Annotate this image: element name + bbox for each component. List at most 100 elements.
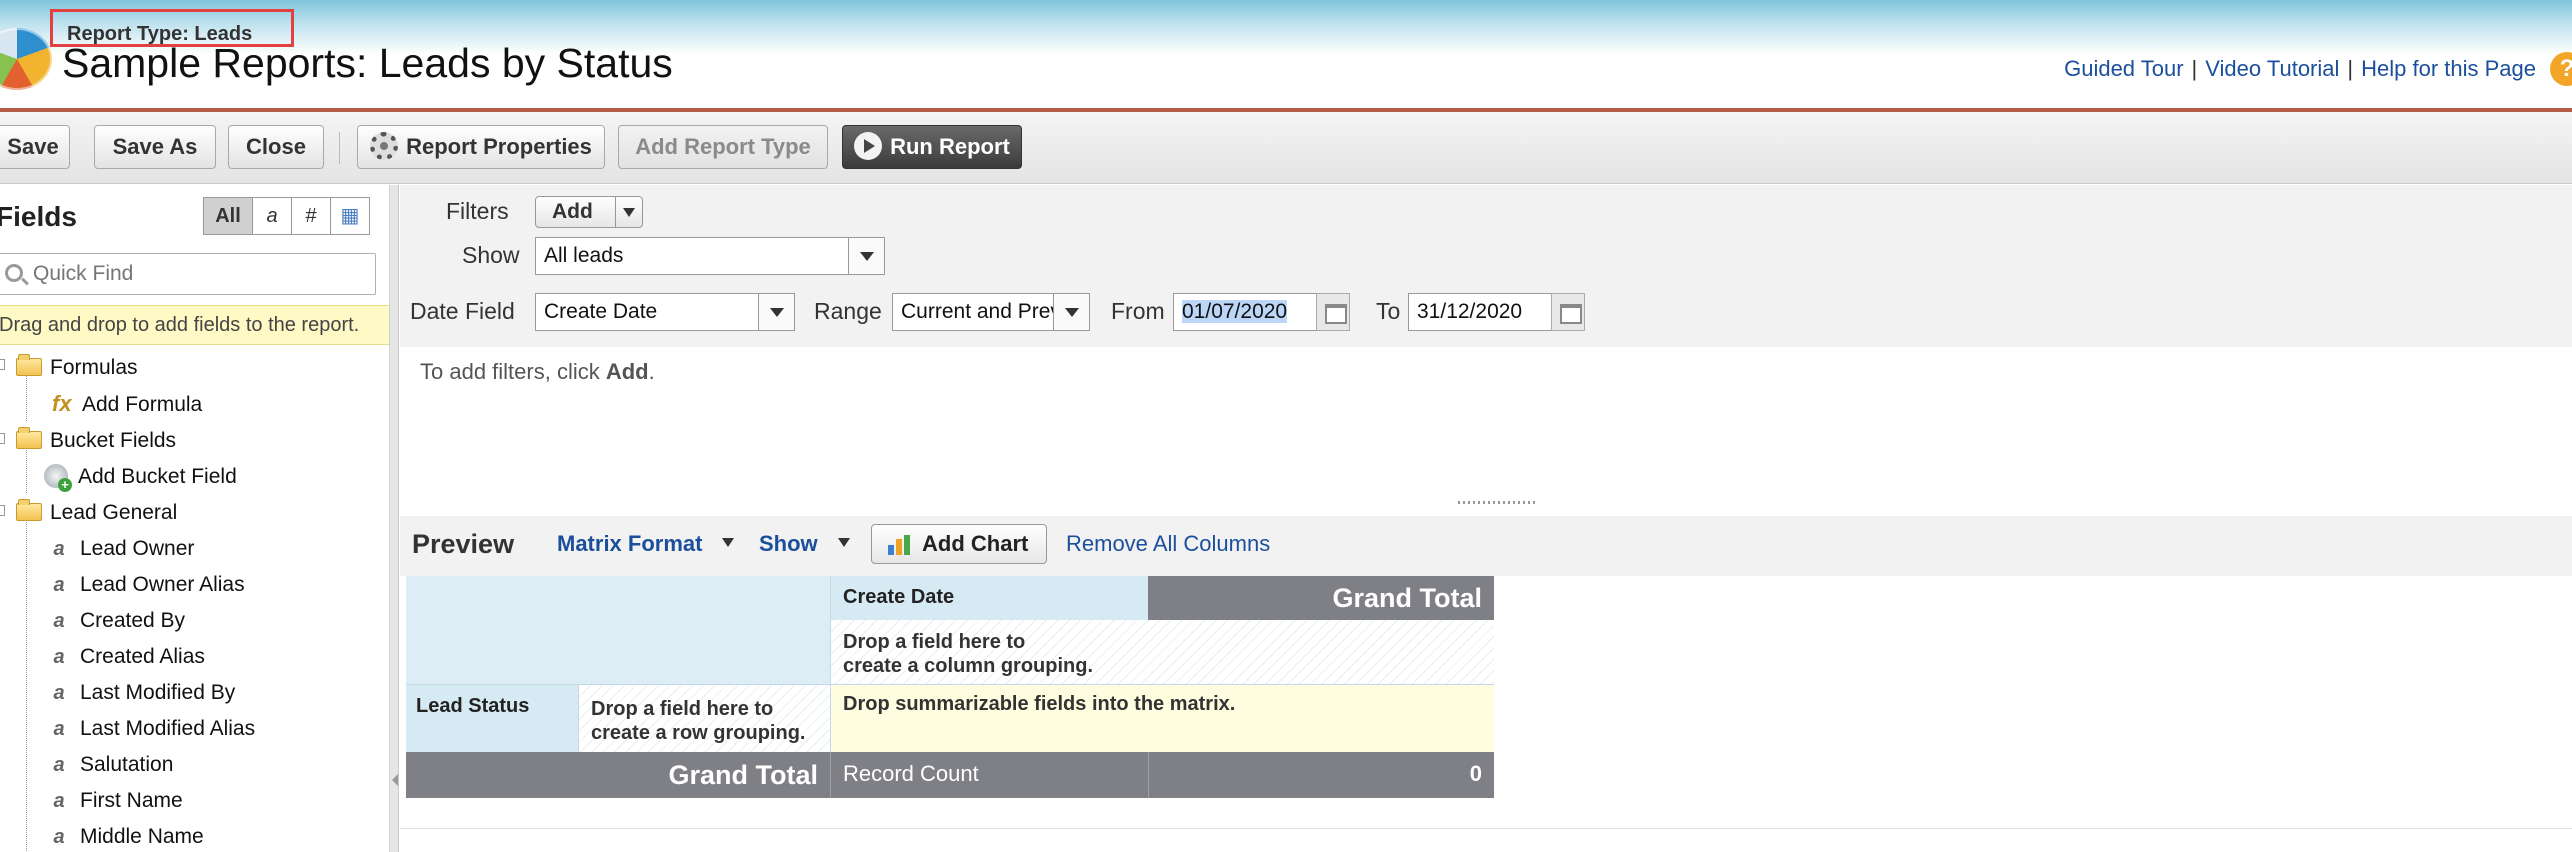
chevron-down-icon[interactable] <box>838 538 850 547</box>
help-page-link[interactable]: Help for this Page <box>2361 56 2536 81</box>
report-properties-button[interactable]: Report Properties <box>357 125 605 169</box>
quick-find-field[interactable] <box>0 253 376 295</box>
record-count-label: Record Count <box>830 752 1148 798</box>
show-dropdown[interactable]: Show <box>759 531 818 557</box>
row-grouping-drop-zone[interactable]: Drop a field here to create a row groupi… <box>578 684 830 752</box>
guided-tour-link[interactable]: Guided Tour <box>2064 56 2183 81</box>
field-item[interactable]: a Last Modified By <box>50 676 235 710</box>
collapse-toggle[interactable] <box>0 505 5 516</box>
add-filter-label: Add <box>552 200 593 223</box>
run-report-label: Run Report <box>890 134 1010 159</box>
field-item[interactable]: a Lead Owner Alias <box>50 568 245 602</box>
video-tutorial-link[interactable]: Video Tutorial <box>2205 56 2339 81</box>
drag-hint: Drag and drop to add fields to the repor… <box>0 305 389 345</box>
filters-label: Filters <box>446 198 509 224</box>
add-chart-button[interactable]: Add Chart <box>871 524 1047 564</box>
formula-icon: fx <box>52 391 72 416</box>
tree-folder-bucket-fields[interactable]: Bucket Fields <box>16 424 176 458</box>
folder-label: Formulas <box>50 356 138 379</box>
from-date-value: 01/07/2020 <box>1182 300 1288 323</box>
add-filter-button[interactable]: Add <box>535 196 643 228</box>
filter-hint-prefix: To add filters, click <box>420 359 606 384</box>
filter-list-area <box>400 347 2572 503</box>
field-label: Last Modified By <box>80 681 236 704</box>
page-header: Report Type: Leads Sample Reports: Leads… <box>0 0 2572 112</box>
text-field-icon: a <box>53 754 65 776</box>
field-label: Salutation <box>80 753 174 776</box>
date-field-select[interactable]: Create Date <box>535 293 795 331</box>
field-label: Lead Owner Alias <box>80 573 245 596</box>
text-field-icon: a <box>53 574 65 596</box>
field-label: Created By <box>80 609 186 632</box>
matrix-report-grid: Create Date Grand Total Drop a field her… <box>406 576 1892 802</box>
chevron-down-icon <box>848 238 884 274</box>
tree-folder-lead-general[interactable]: Lead General <box>16 496 177 530</box>
add-formula-item[interactable]: fx Add Formula <box>52 387 202 421</box>
folder-label: Lead General <box>50 501 178 524</box>
field-item[interactable]: a Salutation <box>50 748 173 782</box>
add-chart-label: Add Chart <box>922 531 1029 556</box>
date-field-value: Create Date <box>544 300 658 323</box>
field-item[interactable]: a Created By <box>50 604 185 638</box>
field-item[interactable]: a First Name <box>50 784 183 818</box>
help-links: Guided Tour | Video Tutorial | Help for this… <box>2064 56 2536 82</box>
run-report-button[interactable]: Run Report <box>842 125 1022 169</box>
collapse-toggle[interactable] <box>0 359 5 370</box>
text-field-icon: a <box>53 826 65 848</box>
add-bucket-field-label: Add Bucket Field <box>78 465 237 488</box>
folder-icon <box>16 354 42 376</box>
from-date-input[interactable]: 01/07/2020 <box>1173 293 1317 331</box>
tree-folder-formulas[interactable]: Formulas <box>16 351 138 385</box>
remove-all-columns-link[interactable]: Remove All Columns <box>1066 531 1270 557</box>
field-item[interactable]: a Lead Owner <box>50 532 194 566</box>
filter-hint: To add filters, click Add. <box>420 359 655 385</box>
text-field-icon: a <box>53 646 65 668</box>
chevron-down-icon[interactable] <box>722 538 734 547</box>
summary-fields-drop-zone[interactable]: Drop summarizable fields into the matrix… <box>830 684 1494 752</box>
field-item[interactable]: a Created Alias <box>50 640 204 674</box>
range-select[interactable]: Current and Previous FY <box>892 293 1090 331</box>
filter-all-button[interactable]: All <box>203 197 253 235</box>
field-label: First Name <box>80 789 183 812</box>
field-item[interactable]: a Last Modified Alias <box>50 712 255 746</box>
filter-date-button[interactable]: ▦ <box>330 197 370 235</box>
column-grouping-drop-zone[interactable]: Drop a field here to create a column gro… <box>830 620 1494 684</box>
add-bucket-field-item[interactable]: Add Bucket Field <box>44 460 237 494</box>
range-label: Range <box>814 298 882 324</box>
field-item[interactable]: a Middle Name <box>50 820 203 852</box>
row-header-lead-status[interactable]: Lead Status <box>406 684 578 752</box>
preview-panel: Preview Matrix Format Show Add Chart Rem… <box>400 504 2572 852</box>
show-select[interactable]: All leads <box>535 237 885 275</box>
text-field-icon: a <box>53 718 65 740</box>
folder-icon <box>16 427 42 449</box>
gear-icon <box>370 132 399 160</box>
folder-icon <box>16 499 42 521</box>
save-as-button[interactable]: Save As <box>94 125 216 169</box>
collapse-left-icon[interactable] <box>392 774 398 786</box>
help-icon[interactable]: ? <box>2550 52 2572 86</box>
quick-find-input[interactable] <box>31 258 361 290</box>
fields-title: Fields <box>0 201 77 232</box>
date-field-label: Date Field <box>410 298 515 324</box>
format-dropdown[interactable]: Matrix Format <box>557 531 702 557</box>
calendar-icon[interactable] <box>1551 293 1585 331</box>
filter-number-button[interactable]: # <box>291 197 331 235</box>
collapse-toggle[interactable] <box>0 433 5 444</box>
record-count-value: 0 <box>1148 752 1494 798</box>
chevron-down-icon <box>758 294 794 330</box>
show-value: All leads <box>544 244 624 267</box>
play-icon <box>854 132 883 160</box>
to-date-input[interactable]: 31/12/2020 <box>1408 293 1552 331</box>
report-properties-label: Report Properties <box>406 134 592 159</box>
save-button[interactable]: Save <box>0 125 70 169</box>
preview-title: Preview <box>412 529 515 559</box>
column-header-create-date[interactable]: Create Date <box>830 576 1148 620</box>
panel-splitter[interactable] <box>390 185 399 852</box>
close-button[interactable]: Close <box>228 125 324 169</box>
link-separator: | <box>2191 56 2198 81</box>
add-report-type-button[interactable]: Add Report Type <box>618 125 828 169</box>
drop-hint-line: create a row grouping. <box>591 722 806 744</box>
show-label: Show <box>462 242 520 268</box>
calendar-icon[interactable] <box>1316 293 1350 331</box>
filter-text-button[interactable]: a <box>252 197 292 235</box>
